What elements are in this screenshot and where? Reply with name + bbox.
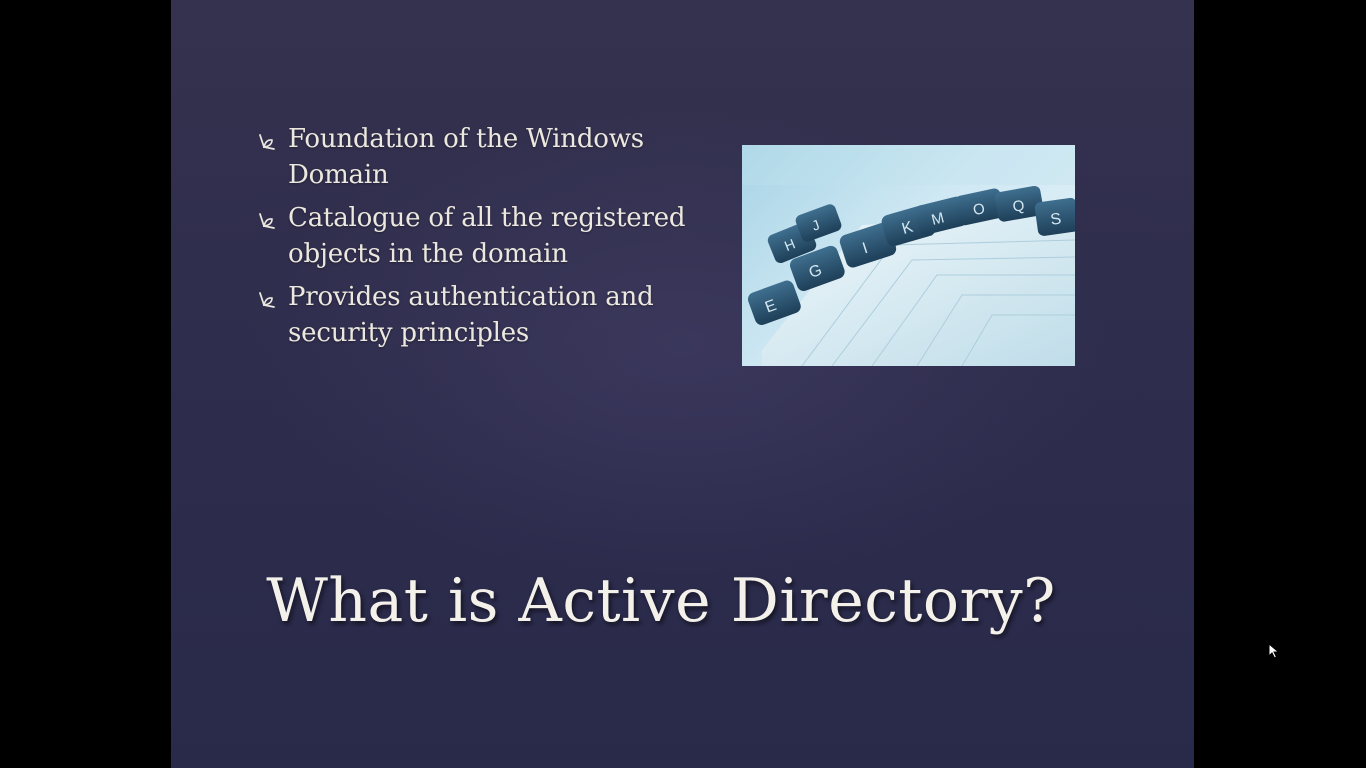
file-index-tabs-photo: E G H I J K M O Q S: [742, 145, 1075, 366]
mouse-pointer-icon: [1268, 643, 1280, 659]
presentation-slide: Foundation of the Windows Domain Catalog…: [171, 0, 1194, 768]
bullet-item: Provides authentication and security pri…: [256, 279, 686, 351]
tab-s: S: [1034, 197, 1075, 236]
bullet-text: Provides authentication and security pri…: [288, 282, 654, 348]
file-index-tabs-illustration: E G H I J K M O Q S: [742, 145, 1075, 366]
bullet-item: Catalogue of all the registered objects …: [256, 200, 686, 272]
leaf-bullet-icon: [259, 134, 275, 150]
bullet-text: Catalogue of all the registered objects …: [288, 203, 686, 269]
leaf-bullet-icon: [259, 213, 275, 229]
bullet-text: Foundation of the Windows Domain: [288, 124, 644, 190]
bullet-list: Foundation of the Windows Domain Catalog…: [256, 121, 686, 358]
slide-title: What is Active Directory?: [266, 566, 1056, 636]
tab-j: J: [795, 204, 842, 242]
leaf-bullet-icon: [259, 292, 275, 308]
bullet-item: Foundation of the Windows Domain: [256, 121, 686, 193]
